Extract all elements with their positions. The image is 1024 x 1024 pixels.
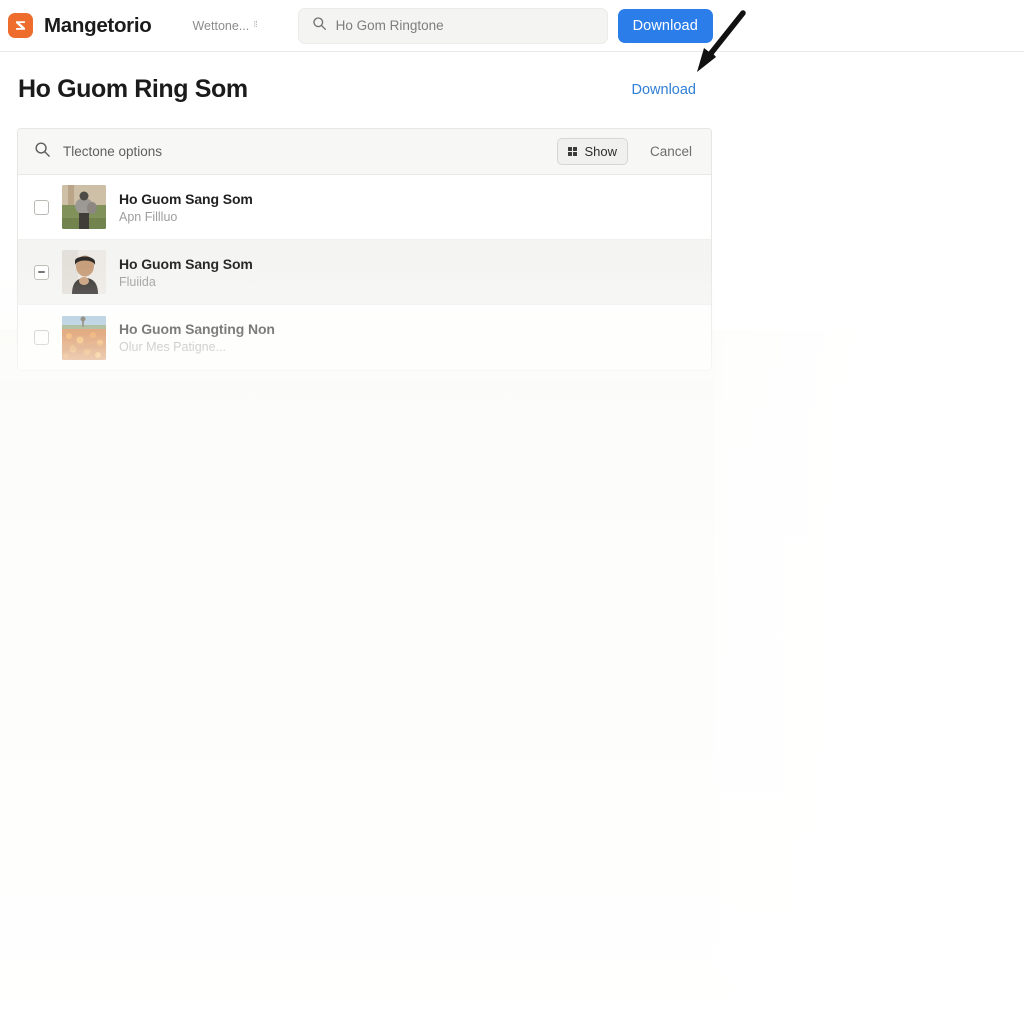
- cancel-button[interactable]: Cancel: [640, 144, 698, 159]
- brand[interactable]: Mangetorio: [8, 13, 152, 38]
- app-header: Mangetorio Wettone... ⁝⁞ Ho Gom Ringtone…: [0, 0, 1024, 52]
- small-glyph-icon: ⁝⁞: [253, 19, 258, 29]
- row-checkbox[interactable]: [34, 199, 49, 215]
- row-text: Ho Guom Sang Som Fluiida: [119, 256, 253, 289]
- search-input[interactable]: Ho Gom Ringtone: [297, 7, 608, 44]
- options-bar-label: Tlectone options: [63, 144, 163, 159]
- nav-item-label: Wettone...: [192, 18, 250, 33]
- download-button[interactable]: Download: [617, 8, 713, 43]
- row-text: Ho Guom Sangting Non Olur Mes Patigne...: [119, 321, 275, 354]
- search-input-value: Ho Gom Ringtone: [335, 18, 444, 33]
- row-title: Ho Guom Sang Som: [119, 190, 253, 207]
- nav-item-wettone[interactable]: Wettone... ⁝⁞: [192, 18, 258, 33]
- row-checkbox[interactable]: [34, 264, 49, 280]
- options-bar: Tlectone options Show Cancel: [18, 129, 711, 175]
- search-icon: [312, 16, 327, 36]
- ringtone-options-card: Tlectone options Show Cancel Ho Guom San…: [17, 128, 712, 371]
- search-icon: [34, 141, 51, 163]
- z-logo-icon: [8, 13, 33, 38]
- person-on-grass-photo: [62, 185, 106, 229]
- row-subtitle: Fluiida: [119, 274, 156, 289]
- table-row[interactable]: Ho Guom Sang Som Fluiida: [18, 240, 711, 305]
- page-title: Ho Guom Ring Som: [18, 75, 248, 103]
- grid-icon: [567, 146, 578, 157]
- table-row[interactable]: Ho Guom Sang Som Apn Fillluo: [18, 175, 711, 240]
- table-row[interactable]: Ho Guom Sangting Non Olur Mes Patigne...: [18, 305, 711, 370]
- empty-area-right: [714, 0, 1024, 1024]
- show-button[interactable]: Show: [556, 138, 628, 165]
- row-title: Ho Guom Sang Som: [119, 255, 253, 272]
- orange-flower-field-photo: [62, 315, 106, 360]
- brand-name: Mangetorio: [44, 13, 152, 37]
- row-text: Ho Guom Sang Som Apn Fillluo: [119, 191, 253, 224]
- row-subtitle: Apn Fillluo: [119, 209, 178, 224]
- person-portrait-photo: [62, 250, 106, 294]
- row-checkbox[interactable]: [34, 330, 49, 345]
- title-row: Ho Guom Ring Som Download: [0, 52, 714, 127]
- row-subtitle: Olur Mes Patigne...: [119, 340, 226, 354]
- show-button-label: Show: [584, 144, 617, 159]
- row-title: Ho Guom Sangting Non: [119, 321, 275, 337]
- download-link[interactable]: Download: [632, 82, 697, 98]
